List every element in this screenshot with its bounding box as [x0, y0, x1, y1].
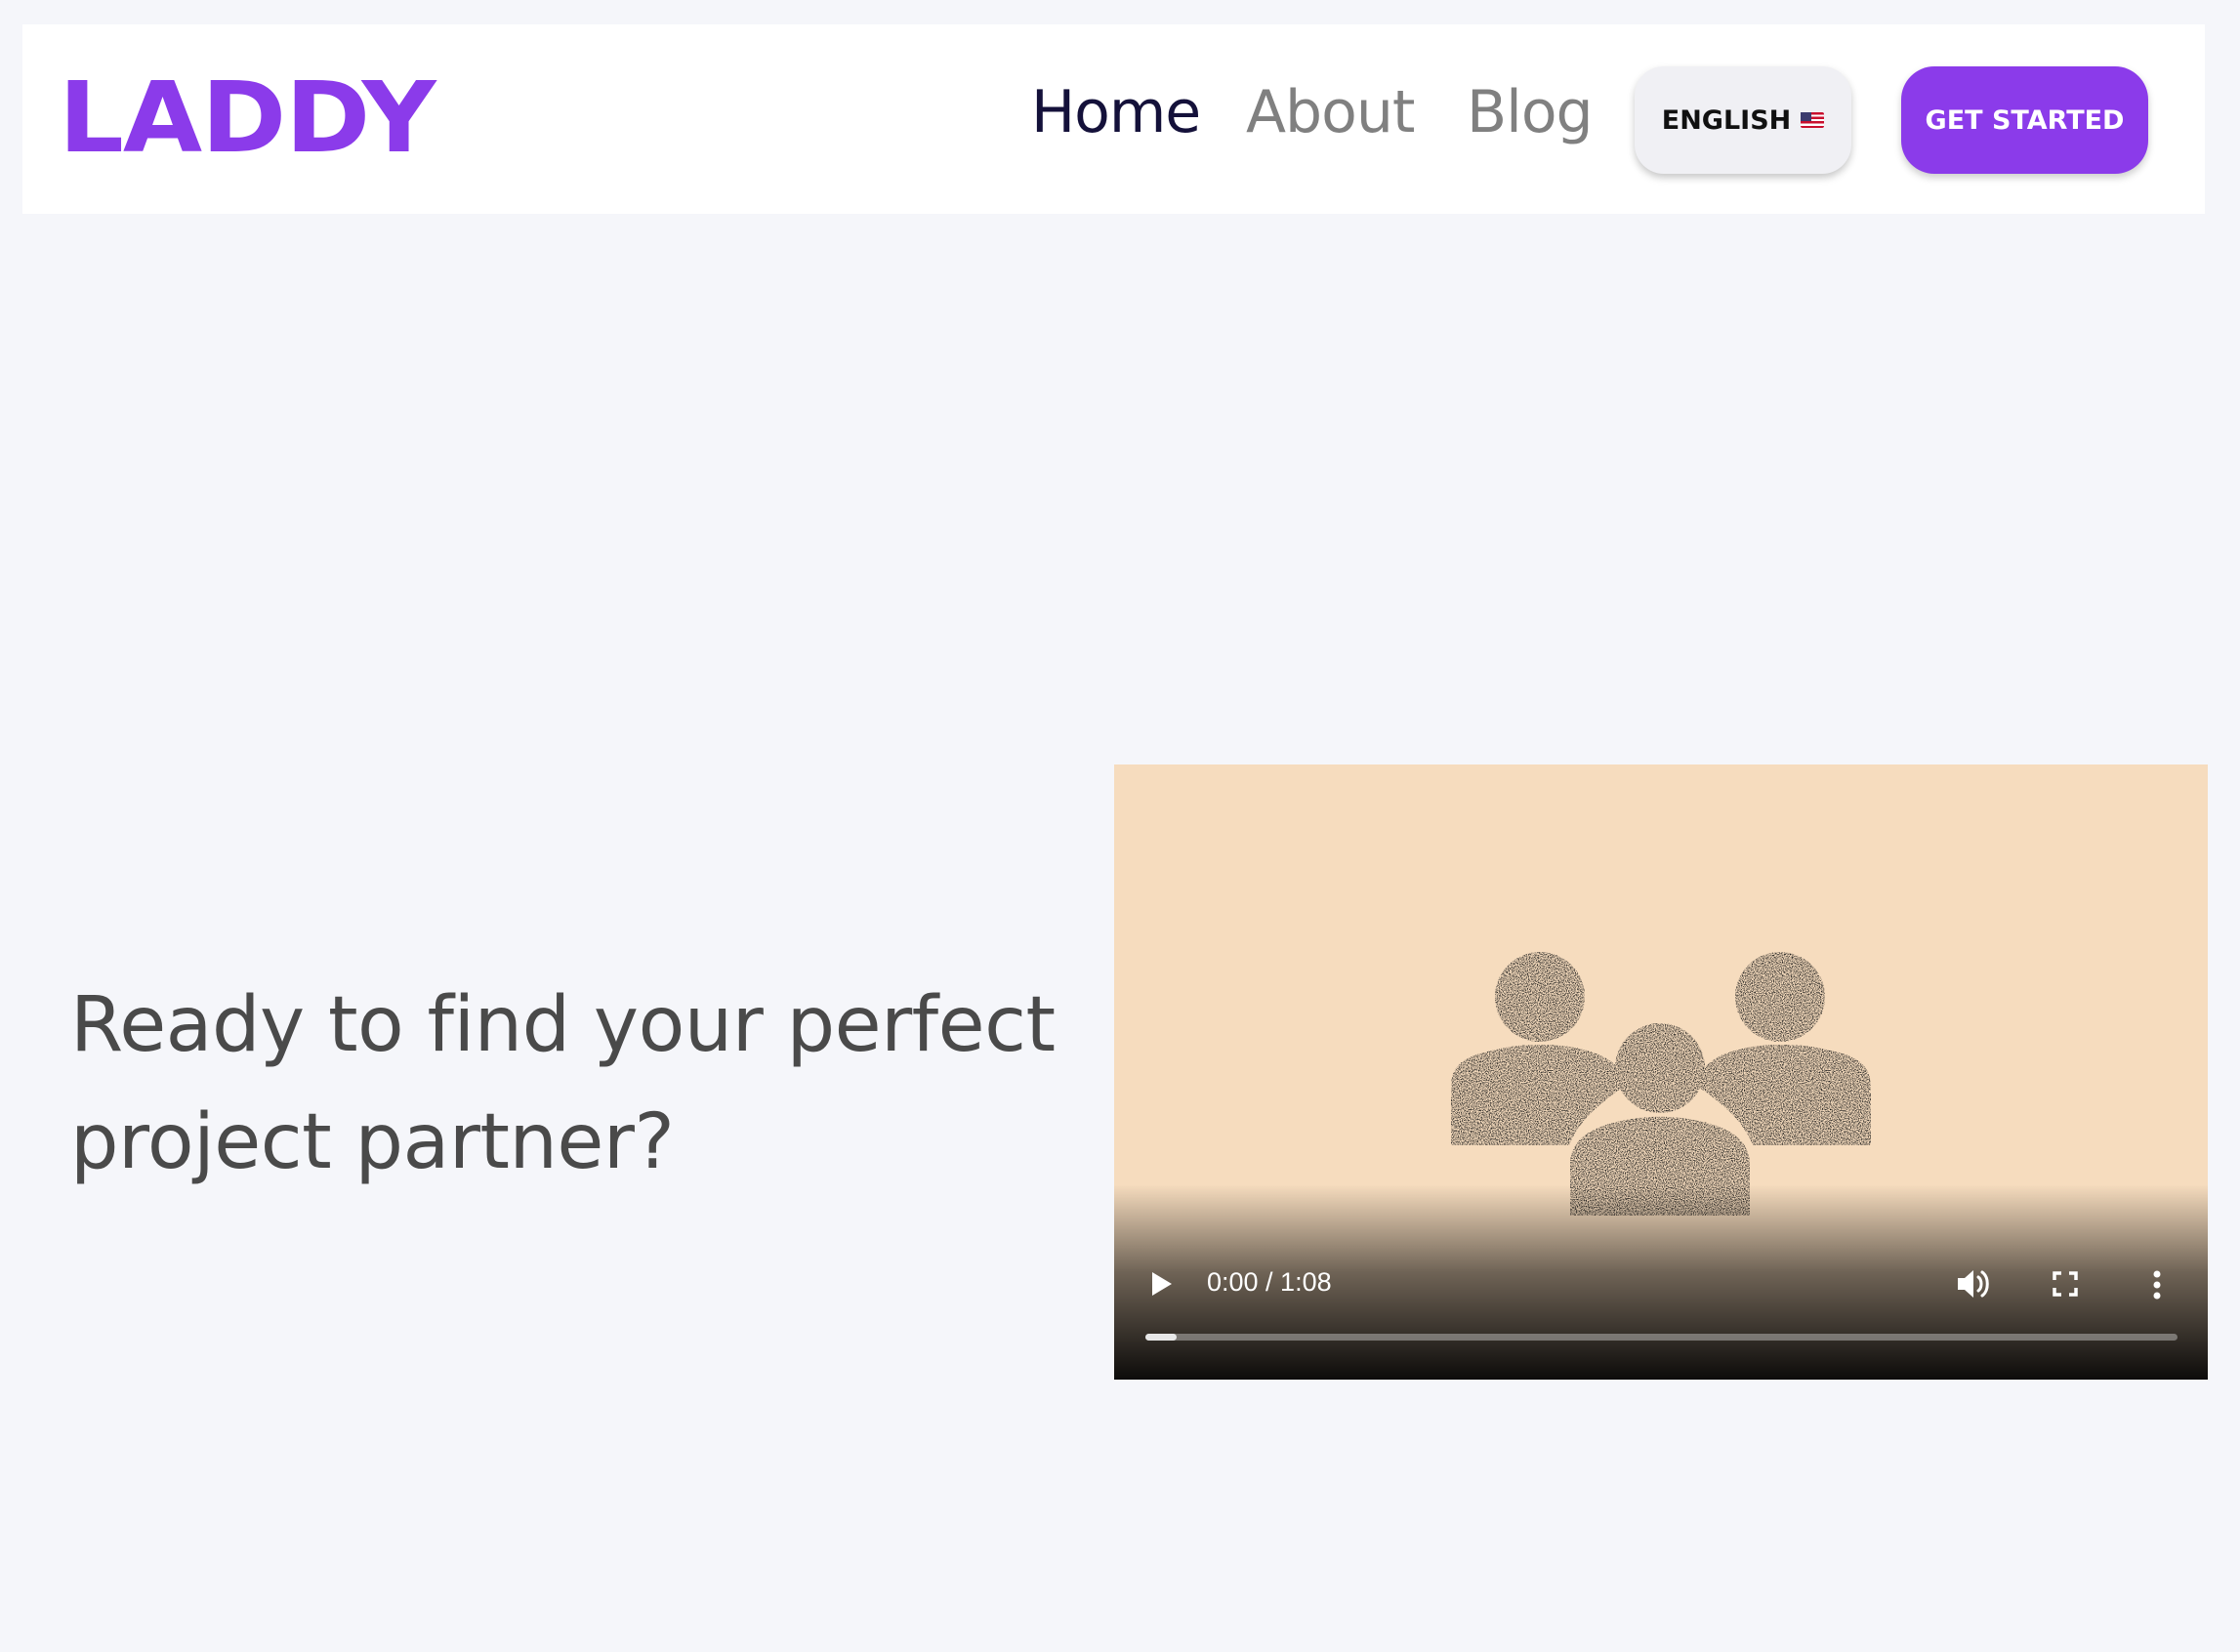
video-player[interactable]: 0:00 / 1:08 [1114, 764, 2208, 1380]
navbar: LADDY Home About Blog ENGLISH GET STARTE… [22, 24, 2205, 214]
nav-link-blog[interactable]: Blog [1467, 83, 1594, 142]
volume-icon[interactable] [1956, 1267, 1991, 1301]
play-icon[interactable] [1149, 1270, 1175, 1298]
nav-link-home[interactable]: Home [1031, 83, 1201, 142]
video-progress-fill [1145, 1334, 1177, 1341]
language-button[interactable]: ENGLISH [1635, 66, 1851, 174]
more-options-icon[interactable] [2152, 1270, 2162, 1300]
fullscreen-icon[interactable] [2053, 1271, 2078, 1297]
hero-title: Ready to find your perfect project partn… [70, 981, 1056, 1186]
flag-us-icon [1801, 112, 1825, 128]
video-progress-bar[interactable] [1145, 1334, 2178, 1341]
nav-link-about[interactable]: About [1246, 83, 1415, 142]
video-time-display: 0:00 / 1:08 [1207, 1267, 1332, 1297]
language-label: ENGLISH [1661, 104, 1792, 136]
logo[interactable]: LADDY [59, 69, 436, 167]
get-started-button[interactable]: GET STARTED [1901, 66, 2148, 174]
